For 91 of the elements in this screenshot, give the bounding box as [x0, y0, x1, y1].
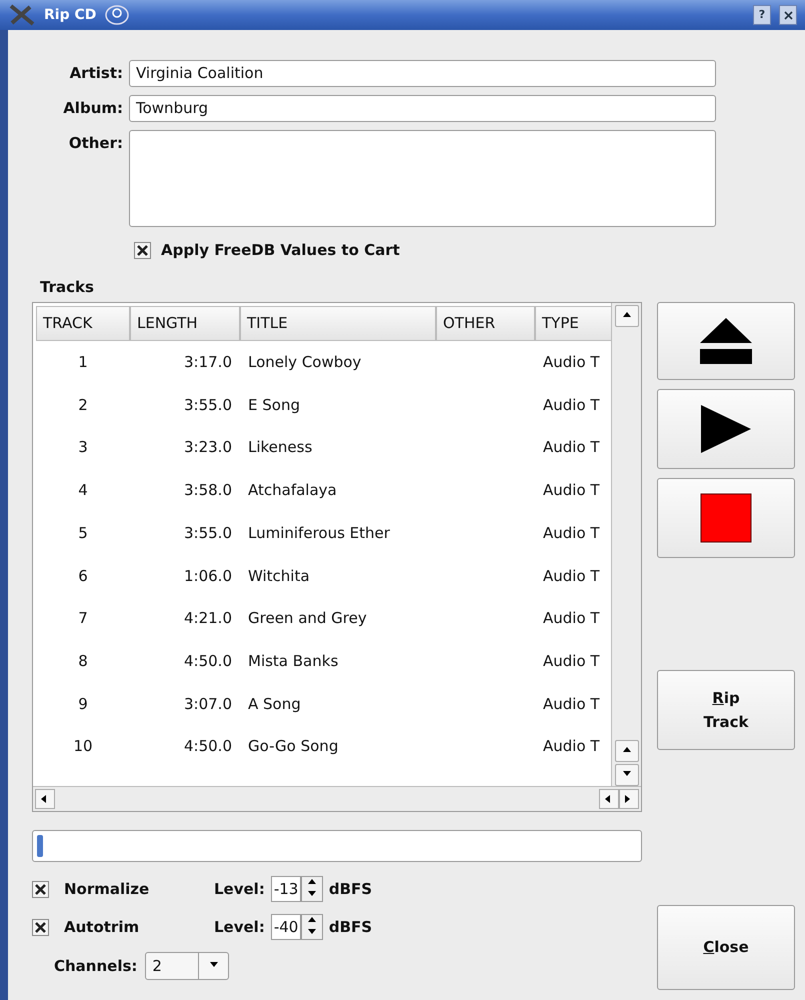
checkbox[interactable]: [32, 918, 49, 936]
table-cell-text: 10: [73, 736, 93, 758]
level-label: Level:: [214, 916, 265, 938]
table-cell-text: Audio T: [543, 394, 600, 416]
column-header[interactable]: OTHER: [436, 306, 535, 341]
table-cell-text: Witchita: [248, 566, 310, 587]
column-header[interactable]: TYPE: [535, 306, 612, 341]
table-cell-text: 4:50.0: [184, 650, 232, 672]
horizontal-scrollbar[interactable]: [33, 786, 641, 811]
scroll-right-button[interactable]: [619, 789, 639, 809]
table-cell-text: 6: [78, 566, 88, 587]
section-label: Tracks: [39, 276, 95, 298]
scroll-up-button[interactable]: [614, 305, 638, 327]
text-field[interactable]: Townburg: [129, 95, 716, 122]
table-cell-text: 2: [78, 394, 88, 416]
table-cell-text: 3:58.0: [184, 480, 232, 502]
table-cell-text: Audio T: [543, 566, 600, 587]
table-cell-text: 4: [78, 480, 88, 502]
channels-dropdown[interactable]: 2: [145, 952, 230, 980]
column-header[interactable]: LENGTH: [130, 306, 240, 341]
text-area[interactable]: [129, 130, 716, 227]
table-cell-text: Audio T: [543, 352, 600, 374]
table-cell-text: 3:17.0: [184, 352, 232, 374]
table-cell-text: Audio T: [543, 694, 600, 715]
scroll-down-button[interactable]: [614, 764, 638, 786]
eject-icon: [699, 316, 753, 366]
table-cell-text: 3:23.0: [184, 437, 232, 458]
unit-label: dBFS: [328, 878, 372, 900]
tools-icon: [8, 3, 36, 27]
column-header[interactable]: TITLE: [240, 306, 436, 341]
table-cell-text: Audio T: [543, 522, 600, 544]
table-cell-text: Mista Banks: [248, 650, 338, 672]
scroll-left-button[interactable]: [599, 789, 619, 809]
channels-label: Channels:: [54, 956, 138, 977]
vertical-scrollbar[interactable]: [611, 303, 641, 788]
window-title: Rip CD: [44, 6, 96, 24]
spin-buttons[interactable]: [300, 914, 323, 940]
close-icon: [784, 10, 792, 20]
field-label: Other:: [68, 133, 123, 154]
stop-icon: [700, 493, 752, 543]
table-cell-text: 4:50.0: [184, 736, 232, 758]
table-cell-text: Audio T: [543, 437, 600, 458]
dropdown-value: 2: [152, 956, 162, 975]
help-button[interactable]: ?: [753, 5, 771, 25]
eject-button[interactable]: [657, 302, 795, 380]
table-cell-text: 5: [78, 522, 88, 544]
checkbox-label: Autotrim: [64, 916, 140, 938]
table-cell-text: Audio T: [543, 736, 600, 758]
table-cell-text: Luminiferous Ether: [248, 522, 390, 544]
checkbox[interactable]: [32, 880, 49, 898]
table-cell-text: 7: [78, 608, 88, 630]
table-cell-text: 8: [78, 650, 88, 672]
rip-track-button[interactable]: Rip Track: [657, 670, 795, 750]
table-cell-text: Audio T: [543, 480, 600, 502]
table-cell-text: Go-Go Song: [248, 736, 338, 758]
table-cell-text: Audio T: [543, 608, 600, 630]
table-cell-text: 3: [78, 437, 88, 458]
table-cell-text: Atchafalaya: [248, 480, 337, 502]
disc-icon: [104, 4, 130, 26]
play-icon: [700, 404, 752, 454]
table-cell-text: 4:21.0: [184, 608, 232, 630]
scroll-up-button[interactable]: [614, 740, 638, 762]
table-cell-text: 3:55.0: [184, 522, 232, 544]
checkbox-label: Normalize: [64, 878, 150, 900]
checkbox[interactable]: [134, 242, 151, 259]
table-cell-text: 1: [78, 352, 88, 374]
field-label: Album:: [62, 98, 123, 120]
scroll-left-button[interactable]: [35, 789, 55, 809]
level-label: Level:: [214, 878, 265, 900]
stop-button[interactable]: [657, 478, 795, 558]
close-window-button[interactable]: [779, 5, 797, 25]
field-label: Artist:: [68, 63, 123, 84]
play-button[interactable]: [657, 389, 795, 469]
level-value[interactable]: -13: [270, 876, 301, 902]
table-cell-text: A Song: [248, 694, 301, 715]
level-value[interactable]: -40: [270, 914, 301, 940]
table-cell-text: E Song: [248, 394, 300, 416]
unit-label: dBFS: [328, 916, 372, 938]
table-cell-text: 1:06.0: [184, 566, 232, 587]
table-cell-text: 3:07.0: [184, 694, 232, 715]
table-cell-text: Likeness: [248, 437, 312, 458]
column-header[interactable]: TRACK: [36, 306, 130, 341]
table-cell-text: Audio T: [543, 650, 600, 672]
checkbox-label: Apply FreeDB Values to Cart: [161, 240, 400, 261]
table-cell-text: 3:55.0: [184, 394, 232, 416]
close-button[interactable]: Close: [657, 905, 795, 990]
text-field[interactable]: Virginia Coalition: [129, 60, 716, 87]
table-cell-text: Green and Grey: [248, 608, 367, 630]
table-cell-text: 9: [78, 694, 88, 715]
spin-buttons[interactable]: [300, 876, 323, 902]
table-cell-text: Lonely Cowboy: [248, 352, 362, 374]
